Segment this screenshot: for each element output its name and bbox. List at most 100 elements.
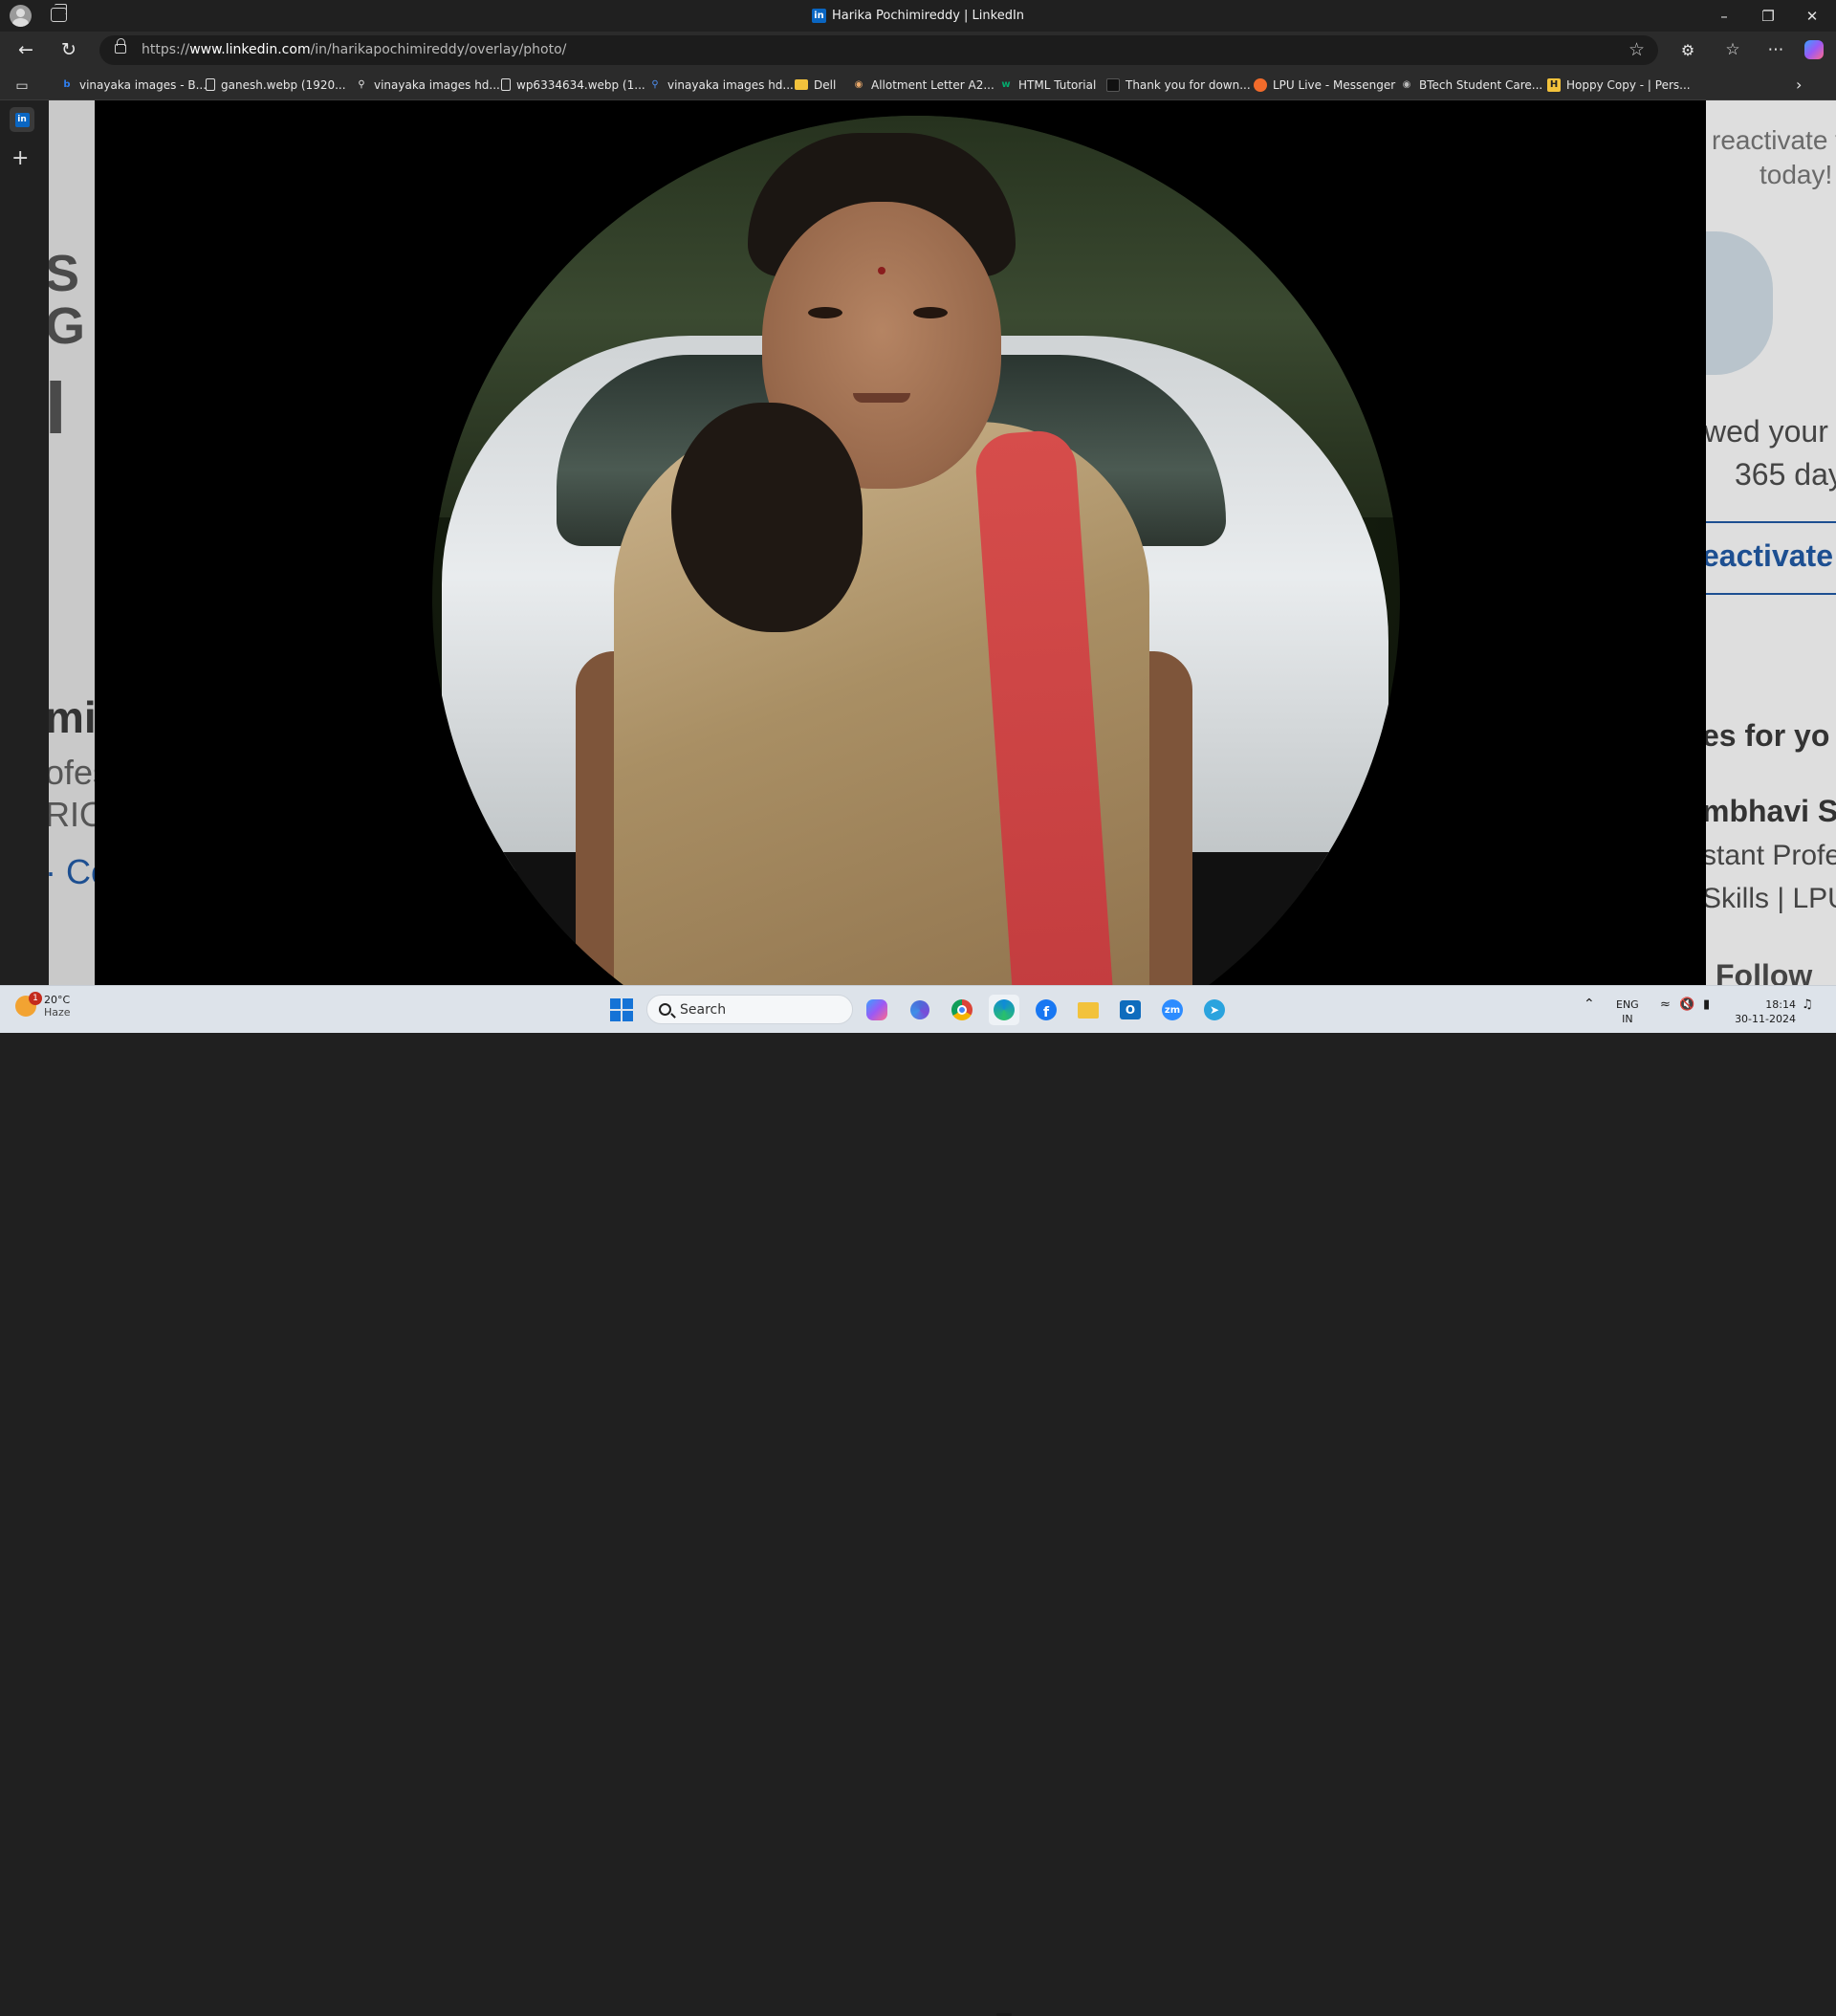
h-icon: H xyxy=(1547,77,1561,92)
bg-fragment: I xyxy=(49,364,67,449)
weather-desc: Haze xyxy=(44,1006,71,1019)
bookmark-item[interactable]: ⚲ vinayaka images hd... xyxy=(355,77,500,93)
background-profile-left: S G I mi ofes RIO · Co xyxy=(49,100,95,985)
copilot-icon[interactable] xyxy=(862,995,892,1025)
linkedin-favicon-icon: in xyxy=(811,9,826,23)
bg-fragment: mbhavi S xyxy=(1706,794,1836,828)
weather-temp: 20°C xyxy=(44,994,71,1006)
close-button[interactable]: ✕ xyxy=(1790,0,1834,32)
photo-overlay[interactable] xyxy=(95,100,1706,985)
battery-icon[interactable]: ▮ xyxy=(1703,997,1710,1012)
bg-fragment: Skills | LPU xyxy=(1706,883,1836,914)
chrome-icon[interactable] xyxy=(947,995,977,1025)
zoom-icon[interactable]: zm xyxy=(1157,995,1188,1025)
address-bar[interactable]: https://www.linkedin.com/in/harikapochim… xyxy=(99,35,1658,65)
file-icon xyxy=(206,78,215,91)
bookmarks-overflow-chevron-icon[interactable]: › xyxy=(1796,76,1802,94)
clock-time: 18:14 xyxy=(1765,998,1796,1011)
profile-photo xyxy=(432,116,1400,985)
notification-badge: 1 xyxy=(29,992,42,1005)
back-button[interactable]: ← xyxy=(11,35,40,64)
bookmark-item[interactable]: ganesh.webp (1920... xyxy=(206,77,346,93)
file-explorer-icon[interactable] xyxy=(1073,995,1104,1025)
linkedin-icon: in xyxy=(14,112,30,127)
globe-icon: ◉ xyxy=(1402,79,1411,90)
photo-mouth xyxy=(853,393,910,403)
bookmark-item[interactable]: LPU Live - Messenger xyxy=(1254,77,1395,93)
w3-icon: w xyxy=(1001,79,1011,90)
window-title-text: Harika Pochimireddy | LinkedIn xyxy=(831,9,1025,23)
minimize-button[interactable]: – xyxy=(1702,0,1746,32)
bookmarks-bar: b vinayaka images - B... ganesh.webp (192… xyxy=(0,68,1836,100)
bookmark-item[interactable]: Dell xyxy=(795,77,836,93)
bing-icon: b xyxy=(63,79,71,90)
file-icon xyxy=(501,78,511,91)
weather-widget[interactable]: 1 20°C Haze xyxy=(15,992,71,1019)
outlook-icon[interactable]: O xyxy=(1115,995,1146,1025)
background-profile-right: reactivate y today! wed your 365 day eac… xyxy=(1706,100,1836,985)
volume-muted-icon[interactable]: 🔇 xyxy=(1679,997,1694,1012)
bg-fragment: wed your xyxy=(1706,414,1828,449)
bg-fragment: eactivate xyxy=(1706,538,1833,573)
taskbar-search[interactable]: Search xyxy=(646,995,853,1024)
clock-date: 30-11-2024 xyxy=(1735,1013,1796,1025)
page-content: S G I mi ofes RIO · Co reactivate y xyxy=(49,100,1836,985)
wifi-icon[interactable]: ≈ xyxy=(1660,997,1671,1012)
divider xyxy=(1706,521,1836,523)
title-bar: in Harika Pochimireddy | LinkedIn – ❐ ✕ xyxy=(0,0,1836,32)
language-line1: ENG xyxy=(1616,998,1639,1011)
facebook-icon[interactable]: f xyxy=(1031,995,1061,1025)
telegram-icon[interactable]: ➤ xyxy=(1199,995,1230,1025)
bookmark-item[interactable]: ◉ BTech Student Care... xyxy=(1400,77,1543,93)
bg-fragment: es for yo xyxy=(1706,718,1830,753)
bg-fragment: RIO xyxy=(49,795,95,834)
search-icon: ⚲ xyxy=(651,79,659,90)
refresh-button[interactable]: ↻ xyxy=(55,35,83,64)
bg-fragment: ofes xyxy=(49,753,95,792)
bg-fragment: S xyxy=(49,245,80,302)
page-icon xyxy=(1106,77,1120,92)
clock[interactable]: 18:14 30-11-2024 xyxy=(1733,997,1796,1026)
lock-icon[interactable] xyxy=(115,38,126,54)
tab-actions-icon[interactable]: ▭ xyxy=(8,72,36,100)
globe-icon: ◉ xyxy=(854,79,863,90)
extensions-icon[interactable]: ⚙ xyxy=(1673,35,1702,64)
favorite-star-icon[interactable]: ☆ xyxy=(1628,39,1645,60)
edge-icon[interactable] xyxy=(989,995,1019,1025)
navigation-bar: ← ↻ https://www.linkedin.com/in/harikapo… xyxy=(0,32,1836,68)
notification-bell-icon[interactable]: ♫ xyxy=(1802,997,1813,1012)
bookmark-item[interactable]: ◉ Allotment Letter A2... xyxy=(852,77,994,93)
restore-button[interactable]: ❐ xyxy=(1746,0,1790,32)
bg-fragment: · Co xyxy=(49,852,95,891)
language-indicator[interactable]: ENG IN xyxy=(1616,997,1639,1026)
bookmark-item[interactable]: wp6334634.webp (1... xyxy=(501,77,645,93)
search-icon xyxy=(659,1003,671,1016)
more-menu-icon[interactable]: ⋯ xyxy=(1761,35,1790,64)
bg-fragment: reactivate y xyxy=(1712,125,1836,155)
copilot-icon[interactable] xyxy=(1800,35,1828,64)
language-line2: IN xyxy=(1622,1013,1633,1025)
bookmark-item[interactable]: w HTML Tutorial xyxy=(999,77,1096,93)
bookmark-item[interactable]: ⚲ vinayaka images hd... xyxy=(648,77,794,93)
photos-icon[interactable] xyxy=(905,995,935,1025)
bg-fragment: 365 day xyxy=(1735,457,1836,492)
chat-icon xyxy=(1254,77,1267,92)
sidebar-linkedin-tab[interactable]: in xyxy=(10,107,34,132)
bg-promo-image xyxy=(1706,231,1773,375)
bg-fragment: today! xyxy=(1760,160,1833,189)
sidebar-add-icon[interactable]: + xyxy=(11,146,29,170)
search-icon: ⚲ xyxy=(358,79,365,90)
photo-bindi xyxy=(878,267,885,274)
tray-overflow-chevron-icon[interactable]: ⌃ xyxy=(1584,997,1595,1012)
favorites-icon[interactable]: ☆ xyxy=(1718,35,1747,64)
url-text[interactable]: https://www.linkedin.com/in/harikapochim… xyxy=(142,42,566,57)
folder-icon xyxy=(795,79,808,90)
weather-icon: 1 xyxy=(15,992,42,1017)
windows-start-icon[interactable] xyxy=(606,995,637,1025)
bookmark-item[interactable]: H Hoppy Copy - | Pers... xyxy=(1547,77,1691,93)
bookmark-item[interactable]: Thank you for down... xyxy=(1106,77,1251,93)
bookmark-item[interactable]: b vinayaka images - B... xyxy=(60,77,207,93)
bg-fragment: G xyxy=(49,297,86,355)
bg-fragment: Follow xyxy=(1716,958,1813,985)
taskbar: 1 20°C Haze Search f O zm ➤ ⌃ ENG IN ≈ 🔇… xyxy=(0,985,1836,2016)
